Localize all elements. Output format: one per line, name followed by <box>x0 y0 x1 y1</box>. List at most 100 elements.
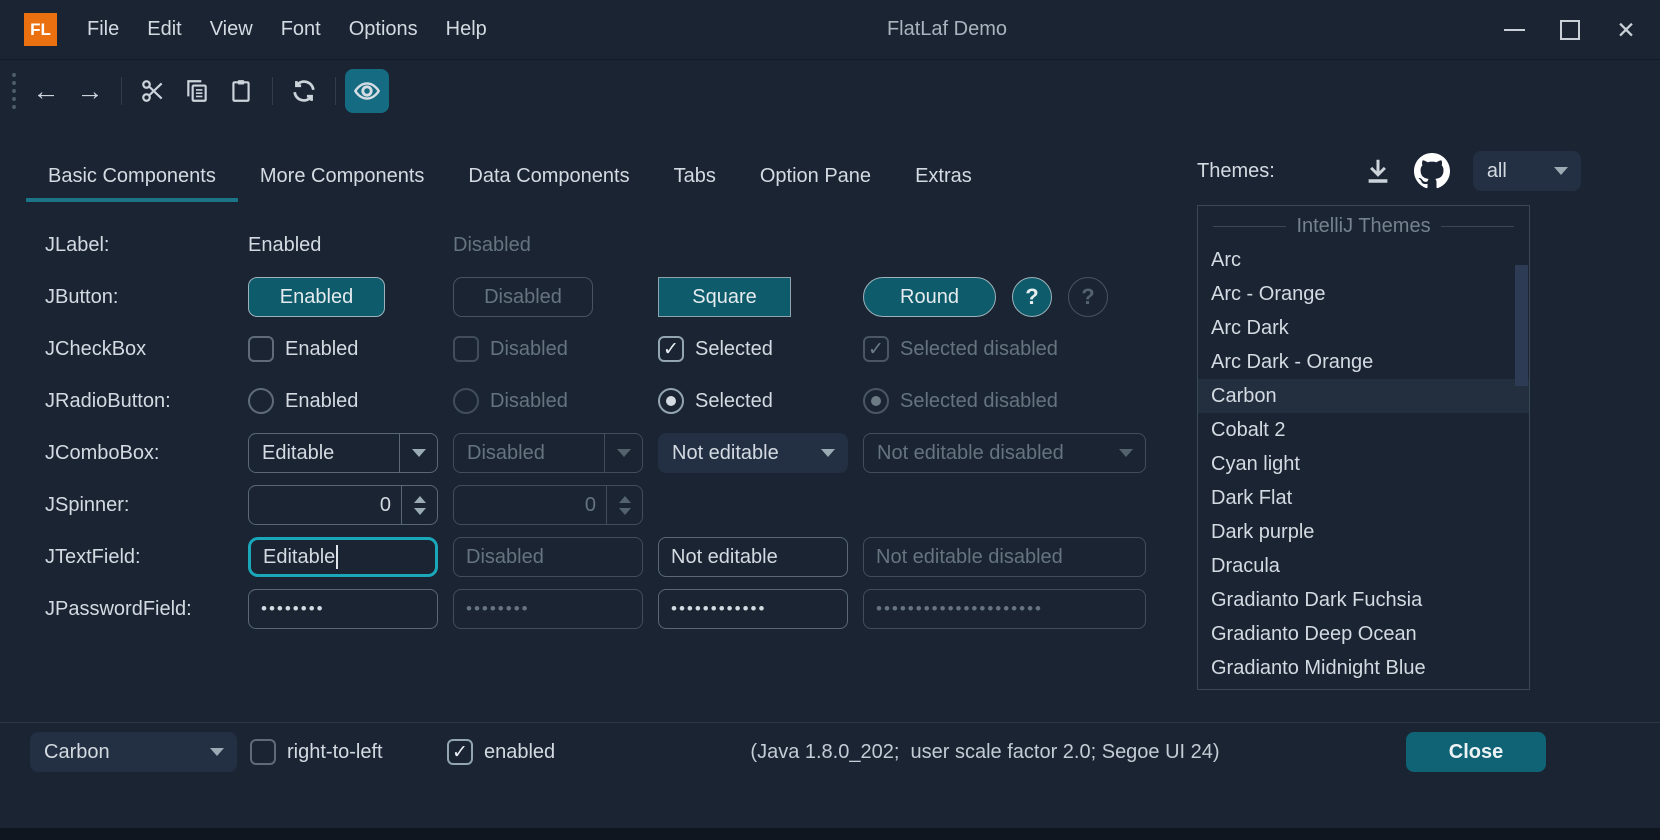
toolbar-separator <box>335 77 336 105</box>
textfield-disabled: Disabled <box>453 537 643 577</box>
tab-more-components[interactable]: More Components <box>238 150 447 202</box>
round-button[interactable]: Round <box>863 277 996 317</box>
title-bar: FL File Edit View Font Options Help Flat… <box>0 0 1660 60</box>
theme-item-arc-dark-orange[interactable]: Arc Dark - Orange <box>1198 345 1529 379</box>
copy-button[interactable] <box>175 69 219 113</box>
themes-list: IntelliJ Themes Arc Arc - Orange Arc Dar… <box>1197 205 1530 690</box>
checkbox-selected[interactable]: ✓Selected <box>658 336 863 362</box>
theme-item-arc-dark[interactable]: Arc Dark <box>1198 311 1529 345</box>
theme-item-arc-orange[interactable]: Arc - Orange <box>1198 277 1529 311</box>
theme-item-dark-flat[interactable]: Dark Flat <box>1198 481 1529 515</box>
checkbox-check-icon: ✓ <box>447 739 473 765</box>
label-disabled: Disabled <box>453 234 658 257</box>
combo-arrow-button[interactable] <box>399 434 437 472</box>
cut-button[interactable] <box>131 69 175 113</box>
menu-view[interactable]: View <box>196 0 267 60</box>
square-button[interactable]: Square <box>658 277 791 317</box>
theme-item-cobalt-2[interactable]: Cobalt 2 <box>1198 413 1529 447</box>
theme-item-arc[interactable]: Arc <box>1198 243 1529 277</box>
maximize-button[interactable] <box>1542 0 1598 60</box>
theme-item-carbon[interactable]: Carbon <box>1198 379 1529 413</box>
show-hidden-toggle-button[interactable] <box>345 69 389 113</box>
spinner-buttons <box>606 486 642 524</box>
tab-data-components[interactable]: Data Components <box>446 150 651 202</box>
eye-icon <box>353 77 381 105</box>
password-dots: •••••••••••• <box>671 599 766 619</box>
radio-selected[interactable]: Selected <box>658 388 863 414</box>
window-controls: ✕ <box>1486 0 1654 60</box>
paste-button[interactable] <box>219 69 263 113</box>
window-title: FlatLaf Demo <box>887 18 1007 41</box>
tab-extras[interactable]: Extras <box>893 150 994 202</box>
combobox-value: Not editable <box>659 442 809 465</box>
menu-font[interactable]: Font <box>267 0 335 60</box>
chevron-down-icon <box>617 449 631 457</box>
checkbox-label: Enabled <box>285 338 358 361</box>
themes-label: Themes: <box>1197 160 1275 183</box>
theme-item-gradianto-deep-ocean[interactable]: Gradianto Deep Ocean <box>1198 617 1529 651</box>
menu-edit[interactable]: Edit <box>133 0 195 60</box>
toolbar-separator <box>121 77 122 105</box>
menu-help[interactable]: Help <box>432 0 501 60</box>
spinner-value: 0 <box>249 494 401 517</box>
checkbox-label: Selected disabled <box>900 338 1058 361</box>
enabled-button[interactable]: Enabled <box>248 277 385 317</box>
chevron-down-icon <box>1119 449 1133 457</box>
checkbox-selected-disabled: ✓ Selected disabled <box>863 336 1146 362</box>
theme-item-cyan-light[interactable]: Cyan light <box>1198 447 1529 481</box>
github-link-button[interactable] <box>1411 150 1453 192</box>
passwordfield-not-editable[interactable]: •••••••••••• <box>658 589 848 629</box>
combobox-not-editable[interactable]: Not editable <box>658 433 848 473</box>
combo-arrow <box>198 733 236 771</box>
scissors-icon <box>140 78 166 104</box>
textfield-not-editable[interactable]: Not editable <box>658 537 848 577</box>
theme-item-gradianto-midnight-blue[interactable]: Gradianto Midnight Blue <box>1198 651 1529 685</box>
radio-enabled[interactable]: Enabled <box>248 388 453 414</box>
forward-button[interactable]: → <box>68 69 112 113</box>
enabled-checkbox[interactable]: ✓ enabled <box>447 739 555 765</box>
theme-item-dracula[interactable]: Dracula <box>1198 549 1529 583</box>
tab-basic-components[interactable]: Basic Components <box>26 150 238 202</box>
textfield-value: Not editable <box>671 546 778 569</box>
tab-option-pane[interactable]: Option Pane <box>738 150 893 202</box>
theme-filter-value: all <box>1474 160 1542 183</box>
passwordfield-disabled: •••••••• <box>453 589 643 629</box>
theme-item-dark-purple[interactable]: Dark purple <box>1198 515 1529 549</box>
combobox-editable[interactable]: Editable <box>248 433 438 473</box>
password-dots: •••••••• <box>261 599 325 619</box>
combo-arrow <box>1107 434 1145 472</box>
help-button[interactable]: ? <box>1012 277 1052 317</box>
close-button[interactable]: Close <box>1406 732 1546 772</box>
close-window-button[interactable]: ✕ <box>1598 0 1654 60</box>
toolbar: ← → <box>0 61 389 121</box>
clipboard-icon <box>228 78 254 104</box>
refresh-button[interactable] <box>282 69 326 113</box>
theme-item-gradianto-dark-fuchsia[interactable]: Gradianto Dark Fuchsia <box>1198 583 1529 617</box>
textfield-editable[interactable]: Editable <box>248 537 438 577</box>
menu-options[interactable]: Options <box>335 0 432 60</box>
combo-arrow <box>809 434 847 472</box>
toolbar-separator <box>272 77 273 105</box>
radio-icon <box>453 388 479 414</box>
look-and-feel-combobox[interactable]: Carbon <box>30 732 237 772</box>
checkbox-check-icon: ✓ <box>863 336 889 362</box>
right-to-left-checkbox[interactable]: right-to-left <box>250 739 383 765</box>
password-dots: •••••••• <box>466 599 530 619</box>
combobox-not-editable-disabled: Not editable disabled <box>863 433 1146 473</box>
chevron-down-icon <box>412 449 426 457</box>
theme-filter-combobox[interactable]: all <box>1473 151 1581 191</box>
minimize-button[interactable] <box>1486 0 1542 60</box>
spinner-enabled[interactable]: 0 <box>248 485 438 525</box>
spinner-buttons[interactable] <box>401 486 437 524</box>
checkbox-enabled[interactable]: Enabled <box>248 336 453 362</box>
back-button[interactable]: ← <box>24 69 68 113</box>
jradiobutton-row-label: JRadioButton: <box>45 390 248 413</box>
jtextfield-row-label: JTextField: <box>45 546 248 569</box>
download-theme-button[interactable] <box>1357 150 1399 192</box>
themes-list-scrollbar[interactable] <box>1515 265 1528 386</box>
menu-file[interactable]: File <box>73 0 133 60</box>
jspinner-row-label: JSpinner: <box>45 494 248 517</box>
passwordfield-enabled[interactable]: •••••••• <box>248 589 438 629</box>
toolbar-grip-handle[interactable] <box>12 73 16 109</box>
tab-tabs[interactable]: Tabs <box>652 150 738 202</box>
